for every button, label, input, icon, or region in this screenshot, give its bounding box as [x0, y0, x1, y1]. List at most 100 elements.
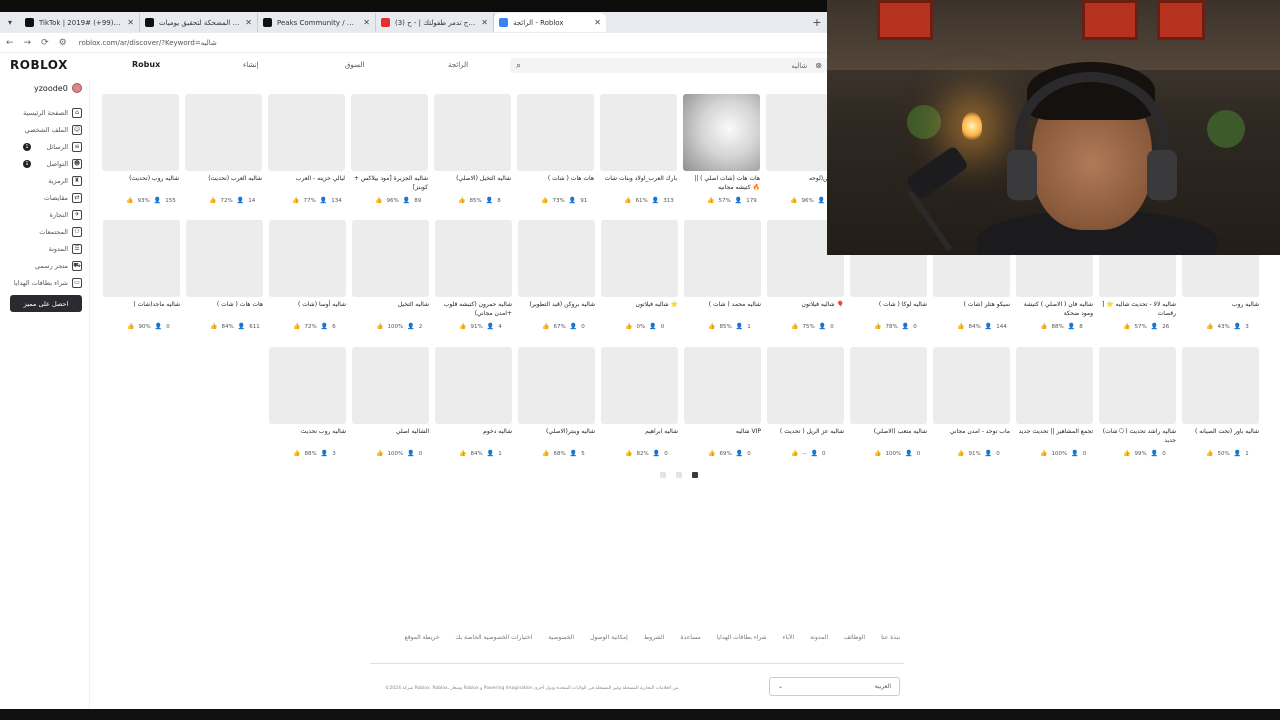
game-thumbnail[interactable]: [1099, 347, 1176, 424]
game-thumbnail[interactable]: [269, 347, 346, 424]
footer-link[interactable]: إمكانية الوصول: [590, 634, 628, 641]
page-dot[interactable]: [676, 472, 682, 478]
close-tab-icon[interactable]: ✕: [481, 18, 488, 27]
game-title[interactable]: شاليه أوسا (شات ): [269, 300, 346, 319]
reload-icon[interactable]: ⟳: [41, 38, 49, 48]
search-input[interactable]: ⌕ شاليه ⊗: [510, 58, 828, 73]
language-select[interactable]: ⌄ العربية: [769, 677, 900, 696]
game-title[interactable]: هات هات ( شات ): [186, 300, 263, 319]
footer-link[interactable]: المدونة: [810, 634, 828, 641]
game-card[interactable]: شاليه بروكن (قيد التطوير) 👍 67% 👤 0: [518, 220, 595, 331]
game-thumbnail[interactable]: [601, 347, 678, 424]
sidebar-item-messages[interactable]: الرسائل ≡: [46, 141, 82, 153]
game-card[interactable]: شاليه VIP 👍 69% 👤 0: [684, 347, 761, 458]
roblox-logo[interactable]: ROBLOX: [10, 58, 68, 72]
game-card[interactable]: ليالي حزينه - العرب 👍 77% 👤 134: [268, 94, 345, 205]
game-card[interactable]: شاليه التخيل 👍 100% 👤 2: [352, 220, 429, 331]
footer-link[interactable]: الشروط: [644, 634, 665, 641]
game-card[interactable]: شاليه متعب (الاصلي) 👍 100% 👤 0: [850, 347, 927, 458]
game-title[interactable]: شاليه فان ( الاصلي ) كتيشة ومود ضحكة: [1016, 300, 1093, 319]
game-thumbnail[interactable]: [435, 220, 512, 297]
game-title[interactable]: شاليه التخيل (الاصلي): [434, 174, 511, 193]
url-text[interactable]: roblox.com/ar/discover/?Keyword=شاليه: [79, 39, 217, 47]
game-thumbnail[interactable]: [684, 347, 761, 424]
game-title[interactable]: شاليه ابراهيم: [601, 427, 678, 446]
game-thumbnail[interactable]: [352, 220, 429, 297]
tab-list-chevron-icon[interactable]: ▾: [0, 18, 20, 27]
browser-tab[interactable]: الرائجة - Roblox ✕: [494, 13, 606, 32]
close-tab-icon[interactable]: ✕: [363, 18, 370, 27]
game-thumbnail[interactable]: [186, 220, 263, 297]
browser-tab[interactable]: Peaks Community / X | تطابس ✕: [258, 13, 376, 32]
game-card[interactable]: شاليه عز الريل ( تحديث ) 👍 -- 👤 0: [767, 347, 844, 458]
game-title[interactable]: شاليه متعب (الاصلي): [850, 427, 927, 446]
footer-link[interactable]: اختيارات الخصوصية الخاصة بك: [455, 634, 532, 641]
game-title[interactable]: الشاليه اصلي: [352, 427, 429, 446]
game-card[interactable]: شاليه باور (تحت الصيانه ) 👍 50% 👤 1: [1182, 347, 1259, 458]
game-title[interactable]: شاليه بروكن (قيد التطوير): [518, 300, 595, 319]
game-card[interactable]: الشاليه اصلي 👍 100% 👤 0: [352, 347, 429, 458]
game-thumbnail[interactable]: [601, 220, 678, 297]
forward-icon[interactable]: →: [24, 38, 32, 48]
game-card[interactable]: شاليه الجزيرة [مود بيلاكس + كوبنز] 👍 96% 👤 8…: [351, 94, 428, 205]
browser-tab[interactable]: أكثر السيرفر المضحكة لتحقيق يوميات ✕: [140, 13, 258, 32]
game-thumbnail[interactable]: [435, 347, 512, 424]
game-thumbnail[interactable]: [269, 220, 346, 297]
nav-create[interactable]: إنشاء: [243, 61, 259, 69]
game-card[interactable]: شاليه العرب (تحديث) 👍 72% 👤 14: [185, 94, 262, 205]
close-tab-icon[interactable]: ✕: [127, 18, 134, 27]
game-title[interactable]: شاليه فيلاتون ⭐: [601, 300, 678, 319]
game-card[interactable]: شاليه محمد ( شات ) 👍 85% 👤 1: [684, 220, 761, 331]
footer-link[interactable]: الوظائف: [844, 634, 865, 641]
game-thumbnail[interactable]: [103, 220, 180, 297]
game-card[interactable]: ماب توحد - امدن مجاني 👍 91% 👤 0: [933, 347, 1010, 458]
game-card[interactable]: شاليه دخوم 👍 84% 👤 1: [435, 347, 512, 458]
game-title[interactable]: شاليه ماجد(شات ): [103, 300, 180, 319]
nav-marketplace[interactable]: السوق: [345, 61, 364, 69]
game-card[interactable]: هات هات (شات اصلي ) || كتيشه مجانيه 🔥 👍 57…: [683, 94, 760, 205]
game-card[interactable]: شاليه أوسا (شات ) 👍 72% 👤 6: [269, 220, 346, 331]
game-title[interactable]: هات هات ( شات ): [517, 174, 594, 193]
game-title[interactable]: شاليه لوكا ( شات ): [850, 300, 927, 319]
game-title[interactable]: شاليه لالا - تحديث شاليه ⭐ [ رقصات: [1099, 300, 1176, 319]
game-card[interactable]: شاليه روب تحديث 👍 88% 👤 3: [269, 347, 346, 458]
game-thumbnail[interactable]: [933, 347, 1010, 424]
game-title[interactable]: شاليه روب: [1182, 300, 1259, 319]
game-thumbnail[interactable]: [600, 94, 677, 171]
game-thumbnail[interactable]: [683, 94, 760, 171]
new-tab-button[interactable]: +: [807, 16, 827, 29]
game-card[interactable]: شاليه ابراهيم 👍 82% 👤 0: [601, 347, 678, 458]
game-title[interactable]: شاليه VIP: [684, 427, 761, 446]
game-card[interactable]: شاليه حمرون (كتيشه قلوب +امدن مجاني) 👍 91%…: [435, 220, 512, 331]
footer-link[interactable]: الآباء: [783, 634, 794, 641]
sidebar-item-giftcard[interactable]: شراء بطاقات الهدايا ▭: [14, 277, 82, 289]
game-title[interactable]: شاليه محمد ( شات ): [684, 300, 761, 319]
game-title[interactable]: سيكو هتلر (شات ): [933, 300, 1010, 319]
sidebar-item-home[interactable]: الصفحة الرئيسية ⌂: [23, 107, 82, 119]
game-card[interactable]: هات هات ( شات ) 👍 84% 👤 611: [186, 220, 263, 331]
page-dot-active[interactable]: [692, 472, 698, 478]
game-title[interactable]: شاليه روب (تحديث): [102, 174, 179, 193]
sidebar-item-trade[interactable]: مقايضات ⇄: [44, 192, 82, 204]
game-thumbnail[interactable]: [434, 94, 511, 171]
game-title[interactable]: شاليه عز الريل ( تحديث ): [767, 427, 844, 446]
game-title[interactable]: شاليه التخيل: [352, 300, 429, 319]
game-title[interactable]: هات هات (شات اصلي ) || كتيشه مجانيه 🔥: [683, 174, 760, 193]
sidebar-item-store[interactable]: متجر رسمي ⛟: [35, 260, 82, 272]
sidebar-item-avatar[interactable]: الرمزية ♜: [48, 175, 82, 187]
game-thumbnail[interactable]: [1016, 347, 1093, 424]
game-title[interactable]: (شات🗨) شاليه راشد تحديث جديد: [1099, 427, 1176, 446]
game-card[interactable]: شاليه التخيل (الاصلي) 👍 85% 👤 8: [434, 94, 511, 205]
sidebar-item-blog[interactable]: المدونة ☰: [49, 243, 82, 255]
back-icon[interactable]: ←: [6, 38, 14, 48]
game-card[interactable]: شاليه روب (تحديث) 👍 93% 👤 155: [102, 94, 179, 205]
game-title[interactable]: شاليه روب تحديث: [269, 427, 346, 446]
close-tab-icon[interactable]: ✕: [245, 18, 252, 27]
game-card[interactable]: (الاصلي)شاليه وينتر 👍 68% 👤 5: [518, 347, 595, 458]
footer-link[interactable]: خريطة الموقع: [405, 634, 440, 641]
game-thumbnail[interactable]: [351, 94, 428, 171]
game-card[interactable]: شاليه فيلاتون ⭐ 👍 0% 👤 0: [601, 220, 678, 331]
game-title[interactable]: (الاصلي)شاليه وينتر: [518, 427, 595, 446]
game-thumbnail[interactable]: [185, 94, 262, 171]
get-premium-button[interactable]: احصل على مميز: [10, 295, 82, 312]
